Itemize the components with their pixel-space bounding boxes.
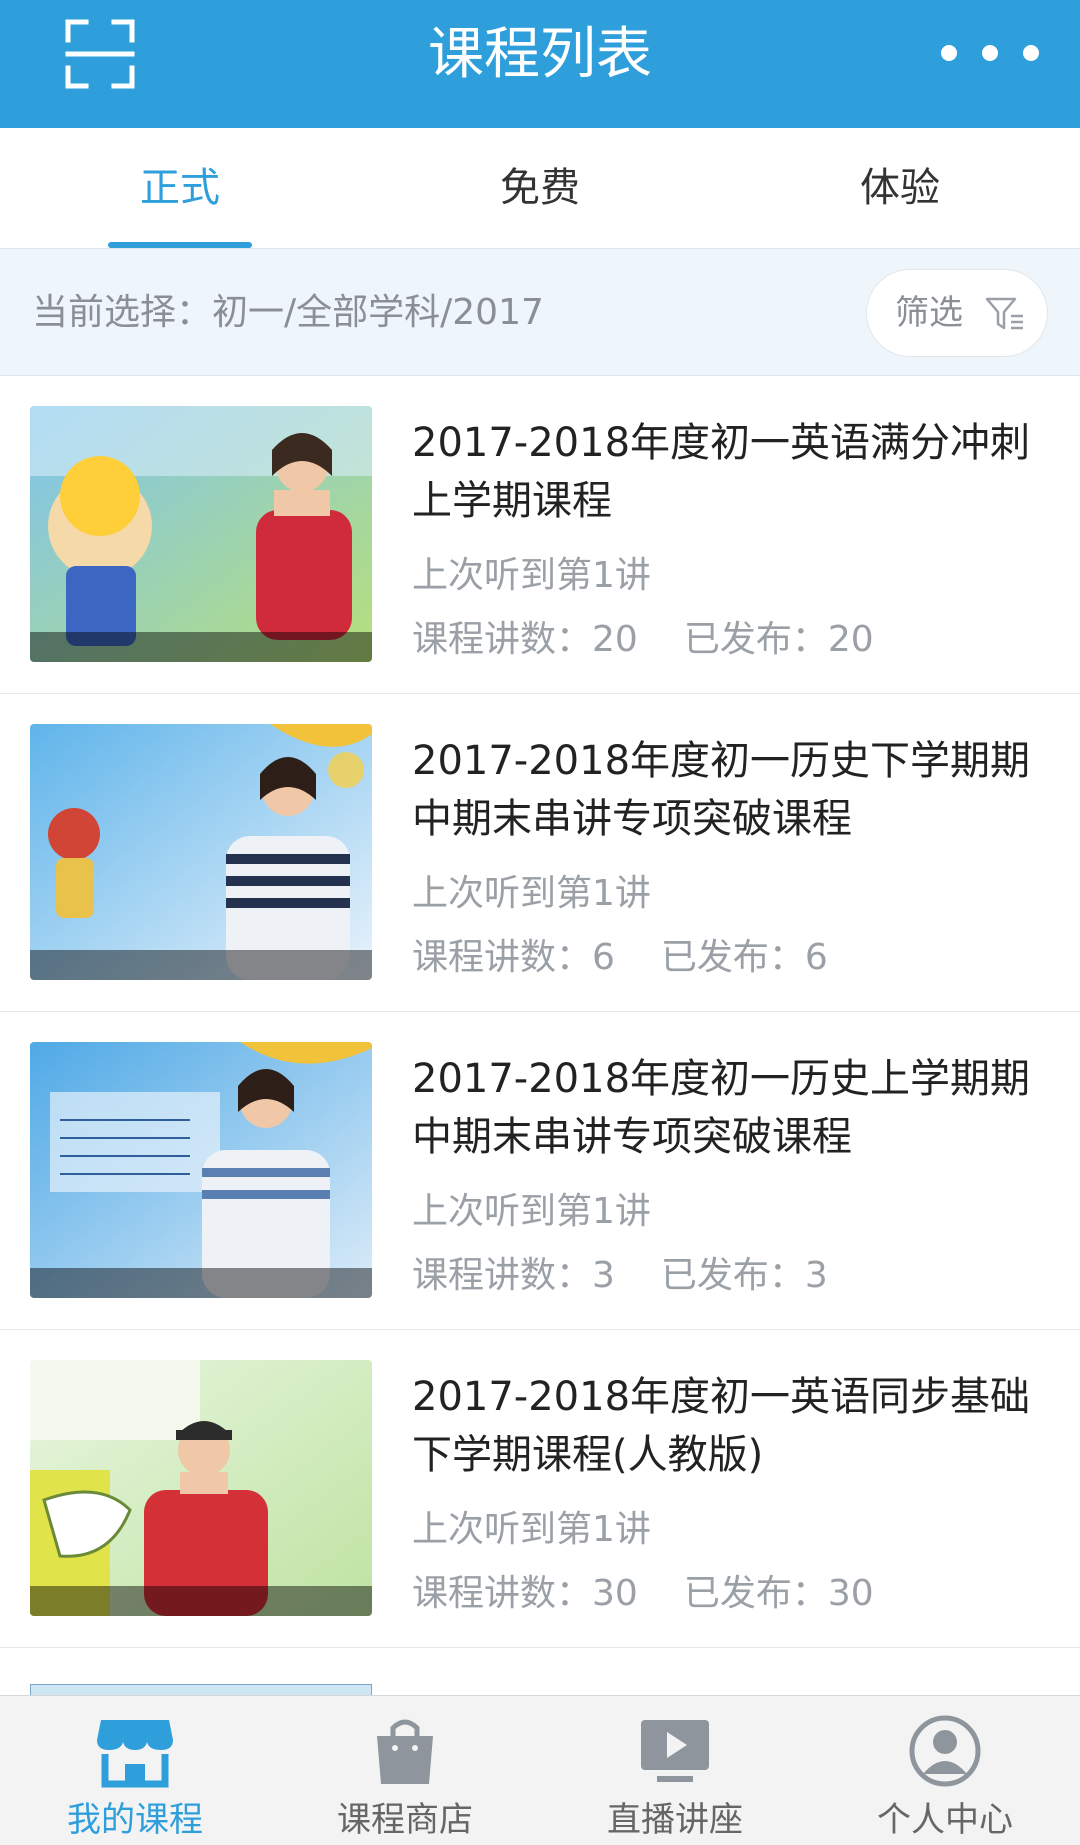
page-title: 课程列表 (428, 22, 652, 87)
course-thumbnail (30, 406, 372, 662)
nav-course-store[interactable]: 课程商店 (270, 1696, 540, 1845)
lecture-count: 课程讲数：3 (412, 1255, 615, 1296)
current-selection: 当前选择：初一/全部学科/2017 (32, 292, 544, 333)
published-count: 已发布：6 (660, 937, 828, 978)
tab-trial[interactable]: 体验 (720, 128, 1080, 248)
tab-label: 免费 (500, 165, 580, 211)
lecture-count: 课程讲数：6 (412, 937, 615, 978)
course-item[interactable]: 2017-2018年度初一历史下学期期中期末串讲专项突破课程 上次听到第1讲 课… (0, 694, 1080, 1012)
nav-label: 个人中心 (877, 1800, 1013, 1840)
last-listened: 上次听到第1讲 (412, 555, 651, 596)
last-listened: 上次听到第1讲 (412, 1191, 651, 1232)
course-item[interactable]: 2017-2018年度初一英语同步基础下学期课程(人教版) 上次听到第1讲 课程… (0, 1330, 1080, 1648)
shopping-bag-icon (377, 1719, 433, 1784)
nav-live-lectures[interactable]: 直播讲座 (540, 1696, 810, 1845)
published-count: 已发布：30 (683, 1573, 874, 1614)
nav-personal-center[interactable]: 个人中心 (810, 1696, 1080, 1845)
tab-formal[interactable]: 正式 (0, 128, 360, 248)
course-list: 2017-2018年度初一英语满分冲刺上学期课程 上次听到第1讲 课程讲数：20… (0, 376, 1080, 1648)
lecture-count: 课程讲数：30 (412, 1573, 638, 1614)
thumbnail-caption-bar (30, 950, 372, 980)
course-type-tabs: 正式 免费 体验 (0, 128, 1080, 248)
tab-label: 正式 (140, 165, 220, 211)
last-listened: 上次听到第1讲 (412, 1509, 651, 1550)
nav-label: 直播讲座 (607, 1800, 743, 1840)
nav-my-courses[interactable]: 我的课程 (0, 1696, 270, 1845)
lecture-count: 课程讲数：20 (412, 619, 638, 660)
course-title: 2017-2018年度初一历史下学期期中期末串讲专项突破课程 (412, 738, 1031, 842)
course-item[interactable]: 2017-2018年度初一历史上学期期中期末串讲专项突破课程 上次听到第1讲 课… (0, 1012, 1080, 1330)
nav-label: 课程商店 (337, 1800, 473, 1840)
play-screen-icon (641, 1720, 709, 1782)
thumbnail-caption-bar (30, 632, 372, 662)
more-icon[interactable] (938, 42, 1042, 64)
tab-free[interactable]: 免费 (360, 128, 720, 248)
course-title: 2017-2018年度初一英语同步基础下学期课程(人教版) (412, 1374, 1031, 1478)
published-count: 已发布：3 (660, 1255, 828, 1296)
filter-bar: 当前选择：初一/全部学科/2017 筛选 (0, 248, 1080, 376)
filter-button[interactable]: 筛选 (866, 269, 1048, 357)
course-title: 2017-2018年度初一历史上学期期中期末串讲专项突破课程 (412, 1056, 1031, 1160)
course-thumbnail (30, 724, 372, 980)
course-item[interactable]: 2017-2018年度初一英语满分冲刺上学期课程 上次听到第1讲 课程讲数：20… (0, 376, 1080, 694)
store-icon (97, 1720, 173, 1788)
last-listened: 上次听到第1讲 (412, 873, 651, 914)
course-title: 2017-2018年度初一英语满分冲刺上学期课程 (412, 420, 1031, 524)
funnel-icon (985, 297, 1023, 330)
tab-label: 体验 (860, 165, 940, 211)
app-header: 课程列表 (0, 0, 1080, 128)
published-count: 已发布：20 (683, 619, 874, 660)
thumbnail-caption-bar (30, 1268, 372, 1298)
bottom-nav: 我的课程 课程商店 直播讲座 个人中心 (0, 1695, 1080, 1845)
thumbnail-caption-bar (30, 1586, 372, 1616)
course-thumbnail (30, 1042, 372, 1298)
course-thumbnail (30, 1360, 372, 1616)
nav-label: 我的课程 (67, 1800, 203, 1840)
filter-button-label: 筛选 (895, 293, 963, 333)
user-icon (909, 1715, 981, 1787)
